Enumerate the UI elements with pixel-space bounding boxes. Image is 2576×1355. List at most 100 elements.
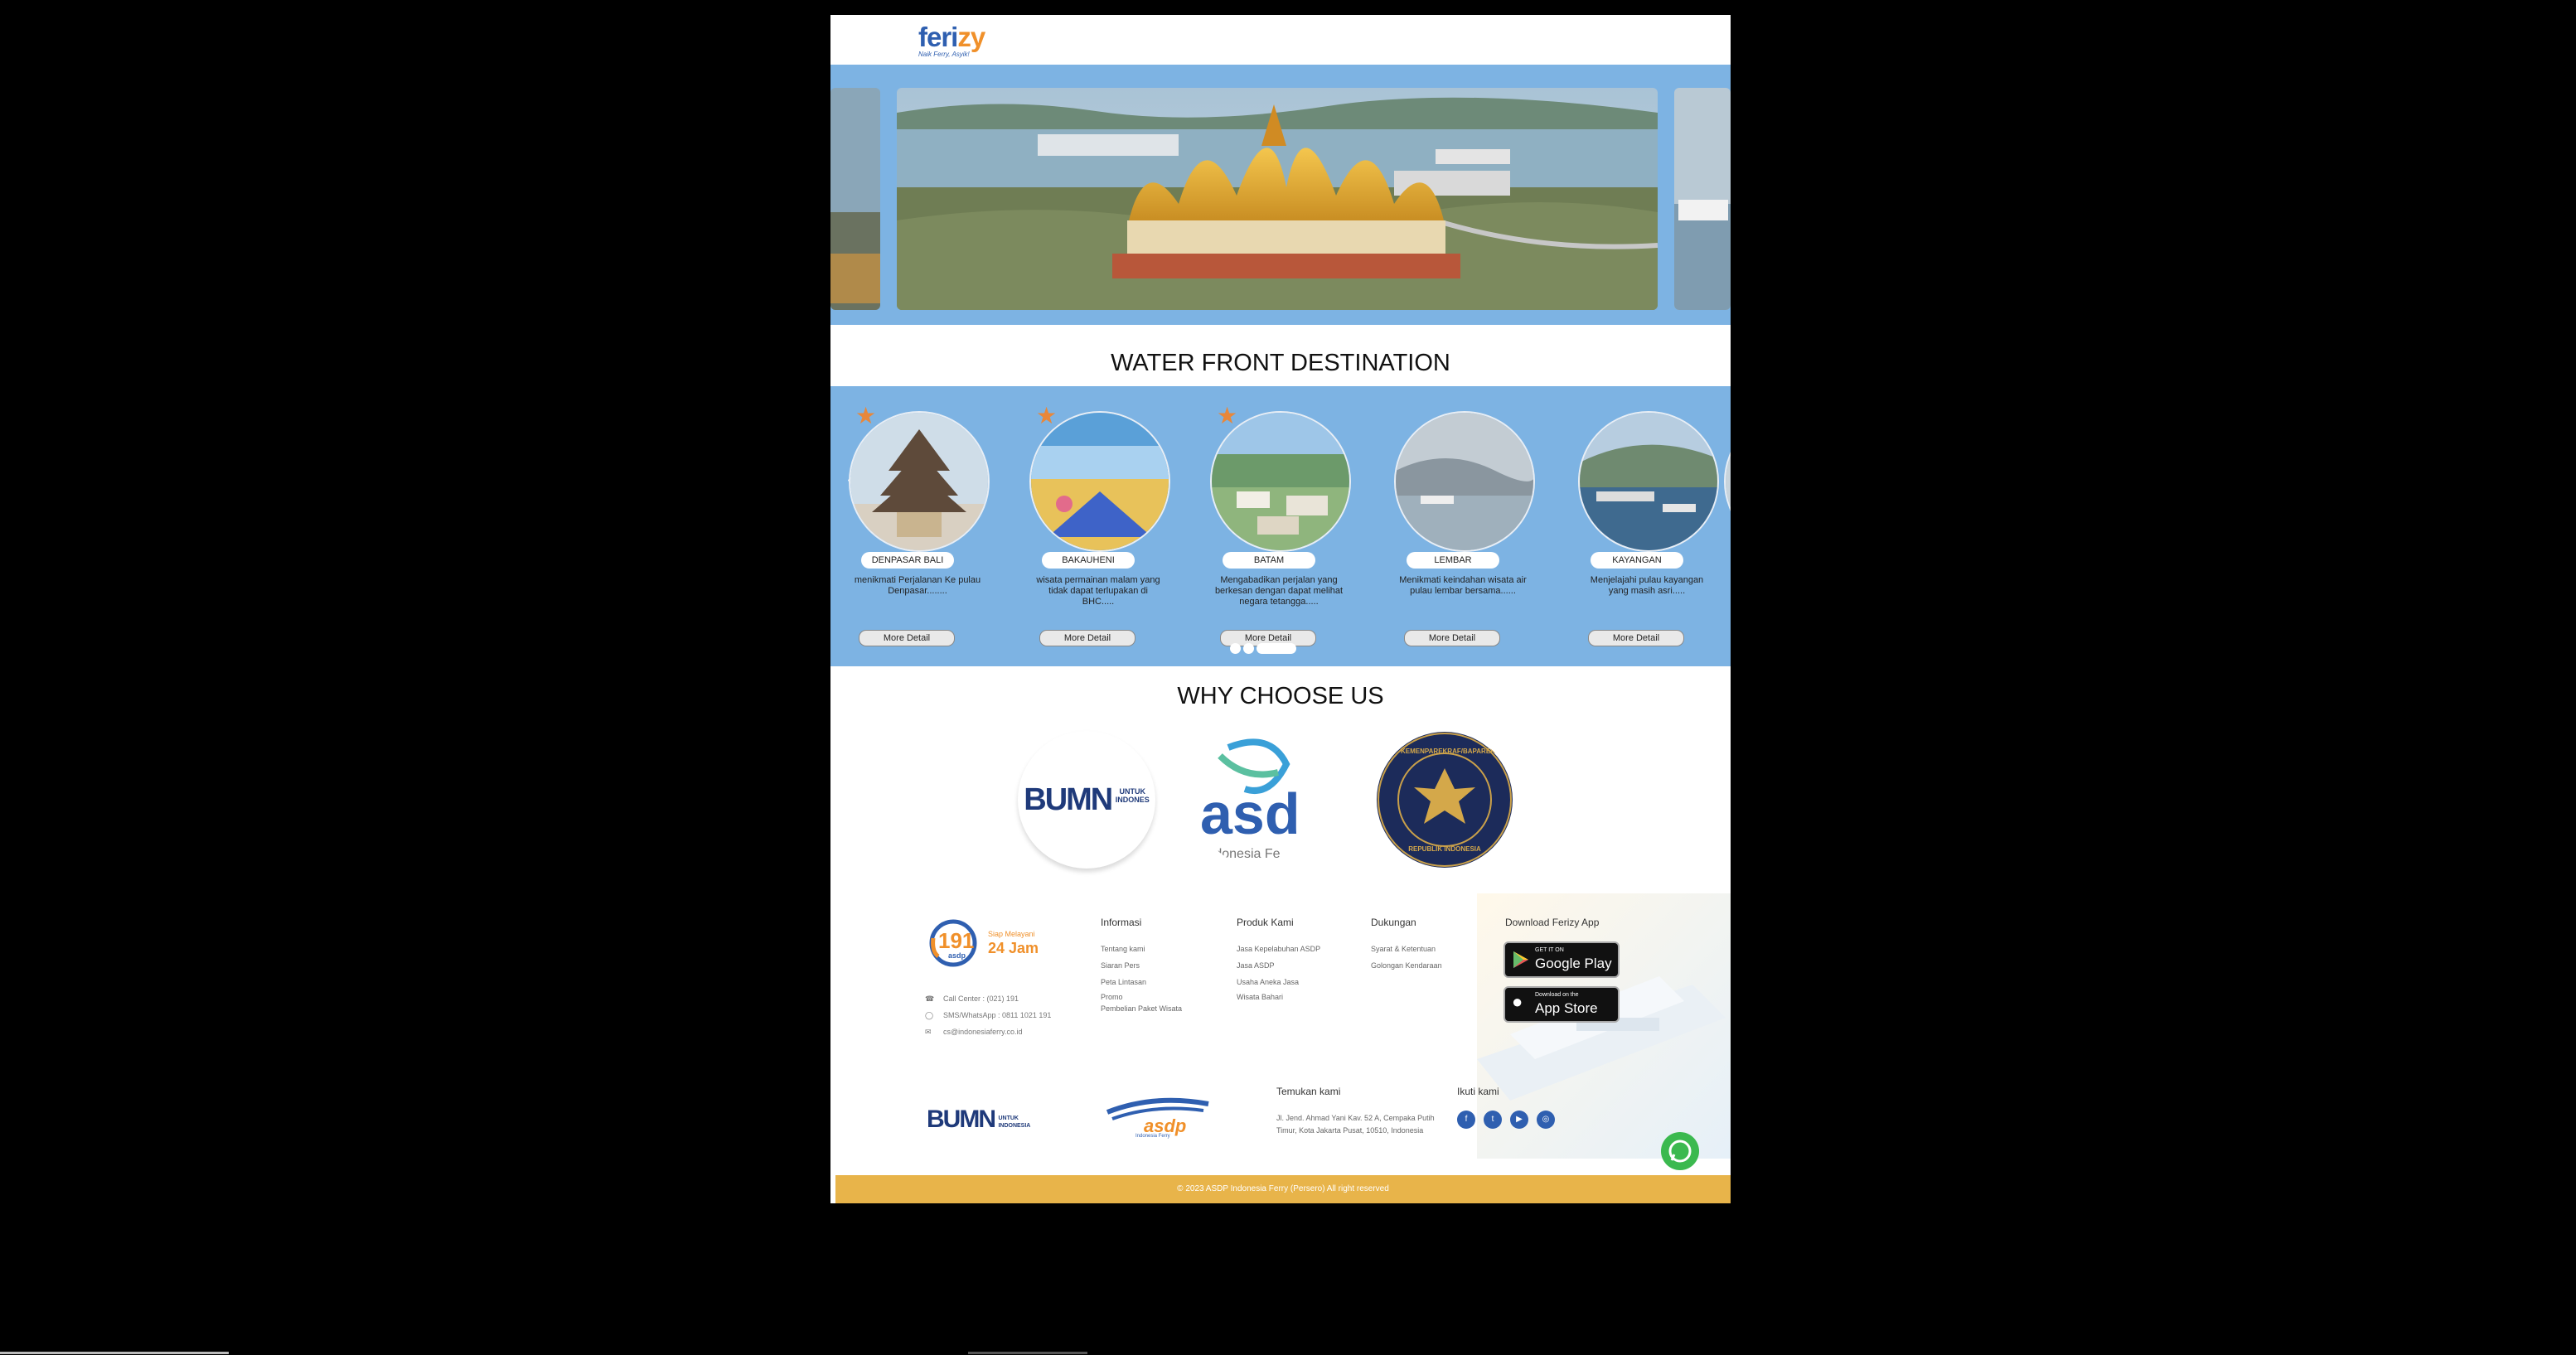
mail-icon: ✉ bbox=[925, 1028, 932, 1036]
kemenparekraf-bottom-text: REPUBLIK INDONESIA bbox=[1408, 845, 1481, 853]
whatsapp-float-button[interactable] bbox=[1661, 1132, 1699, 1170]
destination-card[interactable]: KAYANGAN Menjelajahi pulau kayangan yang… bbox=[1568, 404, 1726, 646]
scrollbar-thumb[interactable] bbox=[968, 1352, 1087, 1354]
asdp-logo: asd Indonesia Fe bbox=[1195, 731, 1333, 869]
pagination-dot[interactable] bbox=[1243, 643, 1254, 655]
footer-link-paket[interactable]: Pembelian Paket Wisata bbox=[1101, 1004, 1182, 1013]
destination-card[interactable]: ★ BAKAUHENI wisata permainan malam yang … bbox=[1019, 403, 1177, 646]
footer-link-jasa[interactable]: Jasa ASDP bbox=[1237, 961, 1275, 970]
pagination-dot-active[interactable] bbox=[1257, 643, 1296, 655]
footer-link-syarat[interactable]: Syarat & Ketentuan bbox=[1371, 945, 1436, 953]
destination-name: LEMBAR bbox=[1407, 552, 1499, 569]
star-icon: ★ bbox=[1036, 403, 1058, 428]
dukungan-title: Dukungan bbox=[1371, 917, 1416, 928]
app-store-small: Download on the bbox=[1535, 992, 1579, 998]
produk-title: Produk Kami bbox=[1237, 917, 1294, 928]
twitter-icon[interactable]: t bbox=[1484, 1111, 1502, 1129]
hero-slide-next[interactable] bbox=[1674, 88, 1731, 310]
more-detail-button[interactable]: More Detail bbox=[1588, 630, 1684, 646]
destination-card[interactable]: ★ DENPASAR BALI menikmati Perjalanan Ke … bbox=[839, 403, 996, 646]
hero-slide-prev[interactable] bbox=[830, 88, 880, 310]
destination-card[interactable]: LEMBAR Menikmati keindahan wisata air pu… bbox=[1384, 404, 1542, 646]
bumn-indones: INDONES bbox=[1115, 796, 1150, 804]
why-title: WHY CHOOSE US bbox=[1177, 683, 1384, 709]
destinations-carousel: ‹ › ★ DENPASAR BALI menikmati Perjalanan… bbox=[830, 386, 1731, 666]
footer-link-usaha[interactable]: Usaha Aneka Jasa bbox=[1237, 978, 1299, 986]
footer-link-tentang[interactable]: Tentang kami bbox=[1101, 945, 1145, 953]
scrollbar-left[interactable] bbox=[0, 1352, 229, 1354]
footer-link-kepelabuhan[interactable]: Jasa Kepelabuhan ASDP bbox=[1237, 945, 1320, 953]
callcenter-brand: asdp bbox=[948, 951, 966, 960]
destination-card-partial[interactable] bbox=[1714, 404, 1731, 645]
ikuti-title: Ikuti kami bbox=[1457, 1086, 1499, 1097]
phone-icon: ☎ bbox=[925, 994, 935, 1003]
kemenparekraf-logo: KEMENPAREKRAF/BAPAREKRAF REPUBLIK INDONE… bbox=[1376, 731, 1513, 869]
destination-image bbox=[1029, 411, 1170, 552]
footer-link-golongan[interactable]: Golongan Kendaraan bbox=[1371, 961, 1442, 970]
asdp-subtext: Indonesia Fe bbox=[1203, 847, 1281, 861]
destination-image bbox=[1724, 411, 1731, 552]
logo-word-b: zy bbox=[957, 22, 985, 52]
asdp-text: asd bbox=[1200, 782, 1300, 846]
footer: 191 asdp Siap Melayani 24 Jam ☎ Call Cen… bbox=[830, 893, 1731, 1175]
bumn-text: BUMN bbox=[1024, 782, 1113, 817]
footer-bumn-text: BUMN bbox=[927, 1106, 996, 1133]
more-detail-button[interactable]: More Detail bbox=[1039, 630, 1135, 646]
callcenter-line1: Siap Melayani bbox=[988, 930, 1035, 938]
destination-card[interactable]: ★ BATAM Mengabadikan perjalan yang berke… bbox=[1200, 403, 1358, 646]
footer-bumn-logo[interactable]: BUMN UNTUK INDONESIA bbox=[927, 1106, 1030, 1134]
footer-link-peta[interactable]: Peta Lintasan bbox=[1101, 978, 1146, 986]
page: ferizy Naik Ferry, Asyik! WATER FRONT DE… bbox=[830, 15, 1731, 1203]
ferizy-logo[interactable]: ferizy Naik Ferry, Asyik! bbox=[918, 23, 985, 58]
address-text: Jl. Jend. Ahmad Yani Kav. 52 A, Cempaka … bbox=[1276, 1114, 1435, 1135]
destination-image bbox=[849, 411, 990, 552]
destination-name: BAKAUHENI bbox=[1042, 552, 1135, 569]
destination-image bbox=[1578, 411, 1719, 552]
footer-link-siaran[interactable]: Siaran Pers bbox=[1101, 961, 1140, 970]
temukan-title: Temukan kami bbox=[1276, 1086, 1341, 1097]
apple-icon: ● bbox=[1512, 991, 1523, 1012]
google-play-badge[interactable]: GET IT ON Google Play bbox=[1503, 941, 1620, 978]
kemenparekraf-ring-text: KEMENPAREKRAF/BAPAREKRAF bbox=[1401, 748, 1509, 755]
more-detail-button[interactable]: More Detail bbox=[859, 630, 955, 646]
youtube-icon[interactable]: ▶ bbox=[1510, 1111, 1528, 1129]
email-text[interactable]: cs@indonesiaferry.co.id bbox=[943, 1028, 1023, 1036]
destination-desc: wisata permainan malam yang tidak dapat … bbox=[1036, 575, 1160, 607]
whatsapp-text[interactable]: SMS/WhatsApp : 0811 1021 191 bbox=[943, 1011, 1051, 1019]
app-store-badge[interactable]: ● Download on the App Store bbox=[1503, 986, 1620, 1023]
facebook-icon[interactable]: f bbox=[1457, 1111, 1475, 1129]
destination-image bbox=[1394, 411, 1535, 552]
app-store-large: App Store bbox=[1535, 1000, 1598, 1016]
bumn-untuk: UNTUK bbox=[1119, 787, 1145, 796]
footer-asdp-logo[interactable]: asdp Indonesia Ferry bbox=[1104, 1097, 1212, 1142]
destination-desc: Mengabadikan perjalan yang berkesan deng… bbox=[1214, 575, 1344, 607]
destination-name: DENPASAR BALI bbox=[861, 552, 954, 569]
footer-bumn-untuk: UNTUK bbox=[998, 1115, 1019, 1121]
pagination-dot[interactable] bbox=[1230, 643, 1241, 655]
carousel-pagination bbox=[1230, 641, 1299, 655]
destination-desc: Menikmati keindahan wisata air pulau lem… bbox=[1399, 575, 1527, 596]
copyright-bar: © 2023 ASDP Indonesia Ferry (Persero) Al… bbox=[835, 1175, 1731, 1203]
google-play-icon bbox=[1513, 951, 1528, 968]
google-play-large: Google Play bbox=[1535, 956, 1612, 971]
footer-link-promo[interactable]: Promo bbox=[1101, 993, 1123, 1001]
more-detail-button[interactable]: More Detail bbox=[1404, 630, 1500, 646]
informasi-title: Informasi bbox=[1101, 917, 1142, 928]
google-play-small: GET IT ON bbox=[1535, 947, 1564, 953]
whatsapp-icon: ◯ bbox=[925, 1011, 934, 1019]
waterfront-title: WATER FRONT DESTINATION bbox=[1111, 350, 1450, 376]
destination-desc: menikmati Perjalanan Ke pulau Denpasar..… bbox=[854, 575, 981, 596]
logo-word-a: feri bbox=[918, 22, 958, 52]
callcenter-badge: 191 asdp Siap Melayani 24 Jam bbox=[928, 918, 1044, 968]
call-center-text[interactable]: Call Center : (021) 191 bbox=[943, 994, 1019, 1003]
star-icon: ★ bbox=[855, 403, 877, 428]
instagram-icon[interactable]: ◎ bbox=[1537, 1111, 1555, 1129]
footer-bumn-indonesia: INDONESIA bbox=[998, 1123, 1031, 1129]
destination-desc: Menjelajahi pulau kayangan yang masih as… bbox=[1590, 575, 1704, 596]
star-icon: ★ bbox=[1217, 403, 1238, 428]
hero-slide-main[interactable] bbox=[897, 88, 1658, 310]
destination-name: KAYANGAN bbox=[1591, 552, 1683, 569]
footer-link-wisata[interactable]: Wisata Bahari bbox=[1237, 993, 1283, 1001]
header: ferizy Naik Ferry, Asyik! bbox=[830, 15, 1731, 65]
callcenter-line2: 24 Jam bbox=[988, 940, 1039, 956]
